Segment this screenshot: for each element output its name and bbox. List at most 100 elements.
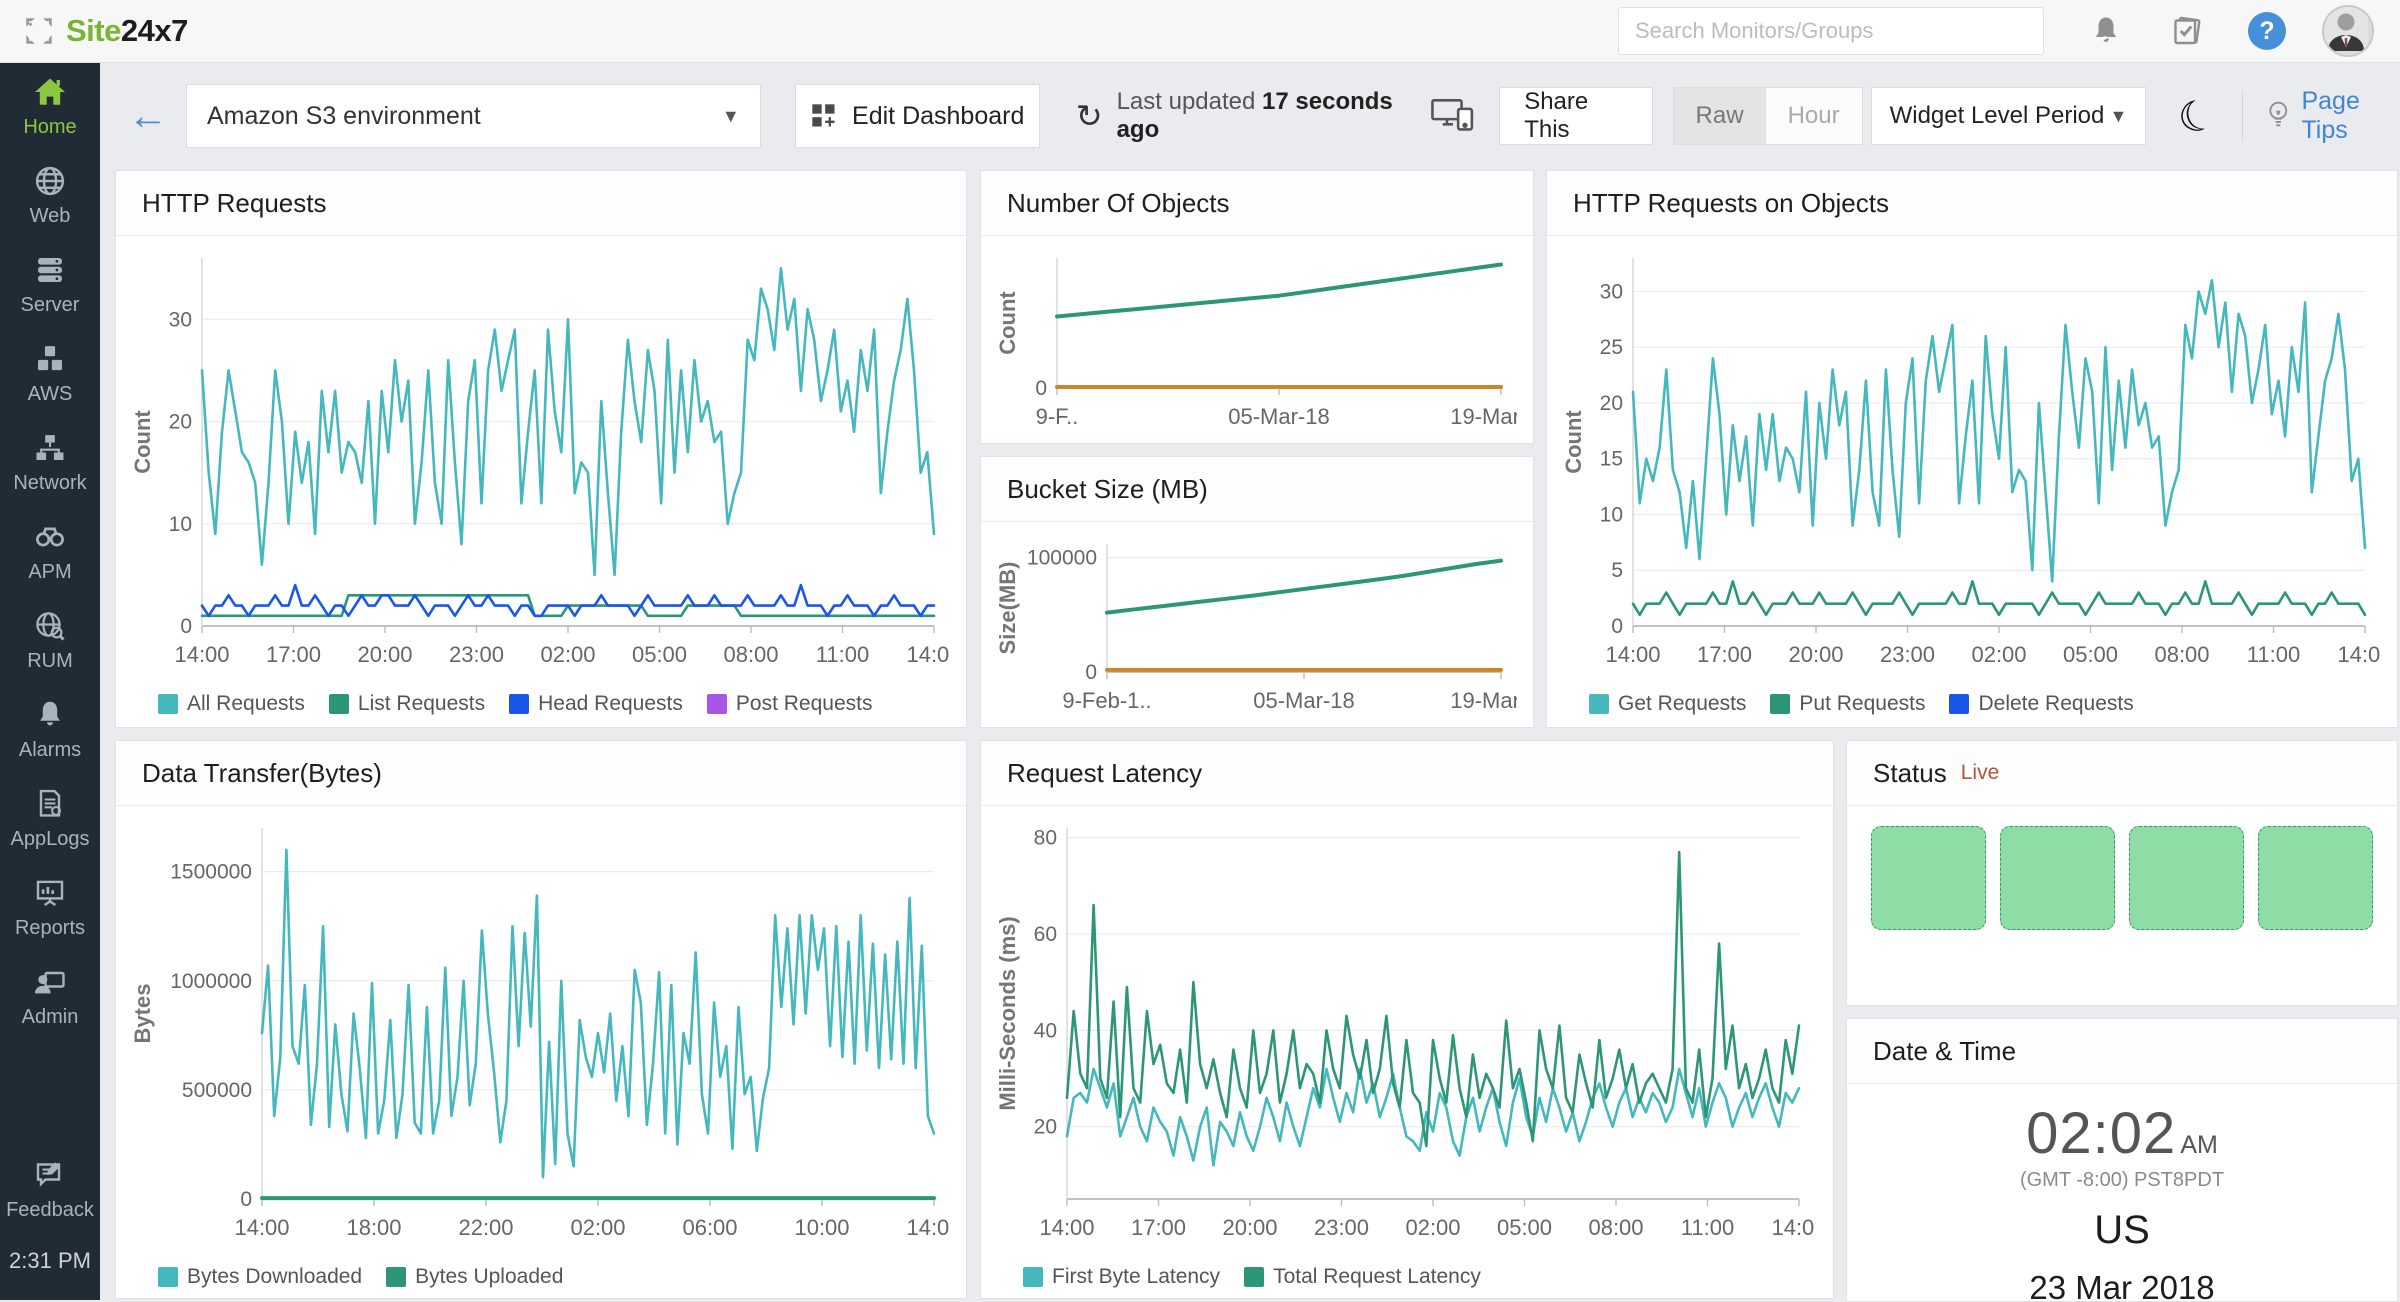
svg-text:14:00: 14:00: [2337, 642, 2381, 667]
refresh-icon[interactable]: ↻: [1076, 97, 1103, 135]
svg-text:23:00: 23:00: [1314, 1215, 1369, 1240]
legend-item-list-requests[interactable]: List Requests: [329, 692, 485, 716]
sidebar-item-reports[interactable]: Reports: [0, 863, 100, 952]
sidebar-item-admin[interactable]: Admin: [0, 952, 100, 1041]
svg-text:11:00: 11:00: [1681, 1215, 1734, 1240]
legend-swatch: [386, 1267, 406, 1287]
help-icon[interactable]: ?: [2248, 12, 2286, 50]
svg-text:10: 10: [1600, 503, 1623, 526]
logo-text: Site24x7: [66, 13, 188, 49]
svg-text:500000: 500000: [182, 1079, 252, 1102]
toggle-option-hour[interactable]: Hour: [1766, 88, 1862, 144]
page-tips-button[interactable]: Page Tips: [2265, 87, 2400, 145]
svg-text:02:00: 02:00: [540, 642, 595, 667]
legend-item-post-requests[interactable]: Post Requests: [707, 692, 873, 716]
back-arrow-icon[interactable]: ←: [128, 96, 168, 136]
status-tile[interactable]: [1871, 826, 1986, 930]
svg-text:19-Mar-18: 19-Mar-18: [1450, 404, 1517, 429]
data_transfer-svg: 05000001000000150000014:0018:0022:0002:0…: [130, 814, 950, 1247]
home-icon: [32, 74, 68, 110]
feedback-icon: [32, 1157, 68, 1193]
sidebar-item-applogs[interactable]: AppLogs: [0, 774, 100, 863]
svg-text:14:00: 14:00: [906, 1215, 950, 1240]
legend-item-all-requests[interactable]: All Requests: [158, 692, 305, 716]
sidebar-item-label: Network: [13, 472, 86, 495]
share-this-button[interactable]: Share This: [1499, 87, 1652, 145]
legend-item-put-requests[interactable]: Put Requests: [1770, 692, 1925, 716]
devices-icon[interactable]: [1429, 94, 1477, 139]
svg-text:20: 20: [1034, 1116, 1057, 1139]
svg-text:20: 20: [1600, 392, 1623, 415]
widget-status: Status Live: [1846, 740, 2398, 1006]
legend-item-total-request-latency[interactable]: Total Request Latency: [1244, 1265, 1481, 1289]
edit-dashboard-label: Edit Dashboard: [852, 102, 1024, 131]
notifications-bell-icon[interactable]: [2088, 13, 2124, 49]
svg-text:Size(MB): Size(MB): [995, 562, 1020, 655]
sidebar-item-web[interactable]: Web: [0, 151, 100, 240]
dashboard-selector[interactable]: Amazon S3 environment ▼: [186, 84, 761, 148]
chart-legend: All Requests List Requests Head Requests Po…: [116, 679, 966, 728]
svg-text:100000: 100000: [1027, 547, 1097, 570]
legend-item-bytes-uploaded[interactable]: Bytes Uploaded: [386, 1265, 563, 1289]
widget-header: Status Live: [1847, 741, 2397, 806]
sidebar-item-label: Feedback: [6, 1199, 94, 1222]
status-tile[interactable]: [2000, 826, 2115, 930]
sidebar-item-label: AWS: [28, 383, 73, 406]
sidebar-item-home[interactable]: Home: [0, 62, 100, 151]
svg-text:10: 10: [169, 513, 192, 536]
edit-dashboard-button[interactable]: Edit Dashboard: [795, 84, 1040, 148]
widget-header: Data Transfer(Bytes): [116, 741, 966, 806]
sidebar-item-apm[interactable]: APM: [0, 507, 100, 596]
legend-swatch: [509, 694, 529, 714]
svg-text:Count: Count: [995, 291, 1020, 355]
user-avatar[interactable]: [2322, 5, 2374, 57]
legend-item-first-byte-latency[interactable]: First Byte Latency: [1023, 1265, 1220, 1289]
share-this-label: Share This: [1524, 88, 1627, 144]
svg-text:08:00: 08:00: [723, 642, 778, 667]
svg-text:Milli-Seconds (ms): Milli-Seconds (ms): [995, 916, 1020, 1110]
sidebar-item-server[interactable]: Server: [0, 240, 100, 329]
svg-text:02:00: 02:00: [570, 1215, 625, 1240]
data-transfer-chart-canvas: 05000001000000150000014:0018:0022:0002:0…: [116, 806, 966, 1252]
sidebar-item-alarms[interactable]: Alarms: [0, 685, 100, 774]
sidebar-item-rum[interactable]: RUM: [0, 596, 100, 685]
svg-text:80: 80: [1034, 827, 1057, 850]
dark-mode-moon-icon[interactable]: ☾: [2172, 87, 2223, 145]
svg-text:05-Mar-18: 05-Mar-18: [1228, 404, 1329, 429]
status-tile[interactable]: [2258, 826, 2373, 930]
http_requests-svg: 010203014:0017:0020:0023:0002:0005:0008:…: [130, 244, 950, 674]
site24x7-logo[interactable]: Site24x7: [22, 13, 188, 49]
legend-item-get-requests[interactable]: Get Requests: [1589, 692, 1746, 716]
widget-header: Number Of Objects: [981, 171, 1533, 236]
widget-title: Number Of Objects: [1007, 188, 1230, 219]
widget-title: Request Latency: [1007, 758, 1202, 789]
tasks-inbox-icon[interactable]: [2168, 13, 2204, 49]
legend-label: All Requests: [187, 692, 305, 716]
logs-icon: [32, 786, 68, 822]
legend-swatch: [1770, 694, 1790, 714]
svg-text:18:00: 18:00: [346, 1215, 401, 1240]
sidebar-item-label: Web: [30, 205, 71, 228]
legend-item-bytes-downloaded[interactable]: Bytes Downloaded: [158, 1265, 362, 1289]
legend-label: Put Requests: [1799, 692, 1925, 716]
svg-text:0: 0: [1085, 661, 1097, 684]
widget-title: Data Transfer(Bytes): [142, 758, 382, 789]
sidebar-item-feedback[interactable]: Feedback: [0, 1145, 100, 1234]
svg-text:17:00: 17:00: [1131, 1215, 1186, 1240]
svg-text:17:00: 17:00: [266, 642, 321, 667]
legend-item-delete-requests[interactable]: Delete Requests: [1949, 692, 2133, 716]
http_requests_objects-svg: 05101520253014:0017:0020:0023:0002:0005:…: [1561, 244, 2381, 674]
sidebar-item-label: Admin: [22, 1006, 79, 1029]
widget-level-period-selector[interactable]: Widget Level Period ▼: [1871, 87, 2147, 145]
search-input[interactable]: [1618, 7, 2044, 55]
sidebar-item-network[interactable]: Network: [0, 418, 100, 507]
chart-legend: First Byte Latency Total Request Latency: [981, 1252, 1833, 1299]
toggle-option-raw[interactable]: Raw: [1674, 88, 1766, 144]
globe-icon: [32, 163, 68, 199]
legend-swatch: [1589, 694, 1609, 714]
sidebar-item-aws[interactable]: AWS: [0, 329, 100, 418]
status-tile[interactable]: [2129, 826, 2244, 930]
svg-text:05-Mar-18: 05-Mar-18: [1253, 688, 1354, 713]
legend-item-head-requests[interactable]: Head Requests: [509, 692, 683, 716]
svg-text:9-Feb-1..: 9-Feb-1..: [1062, 688, 1151, 713]
